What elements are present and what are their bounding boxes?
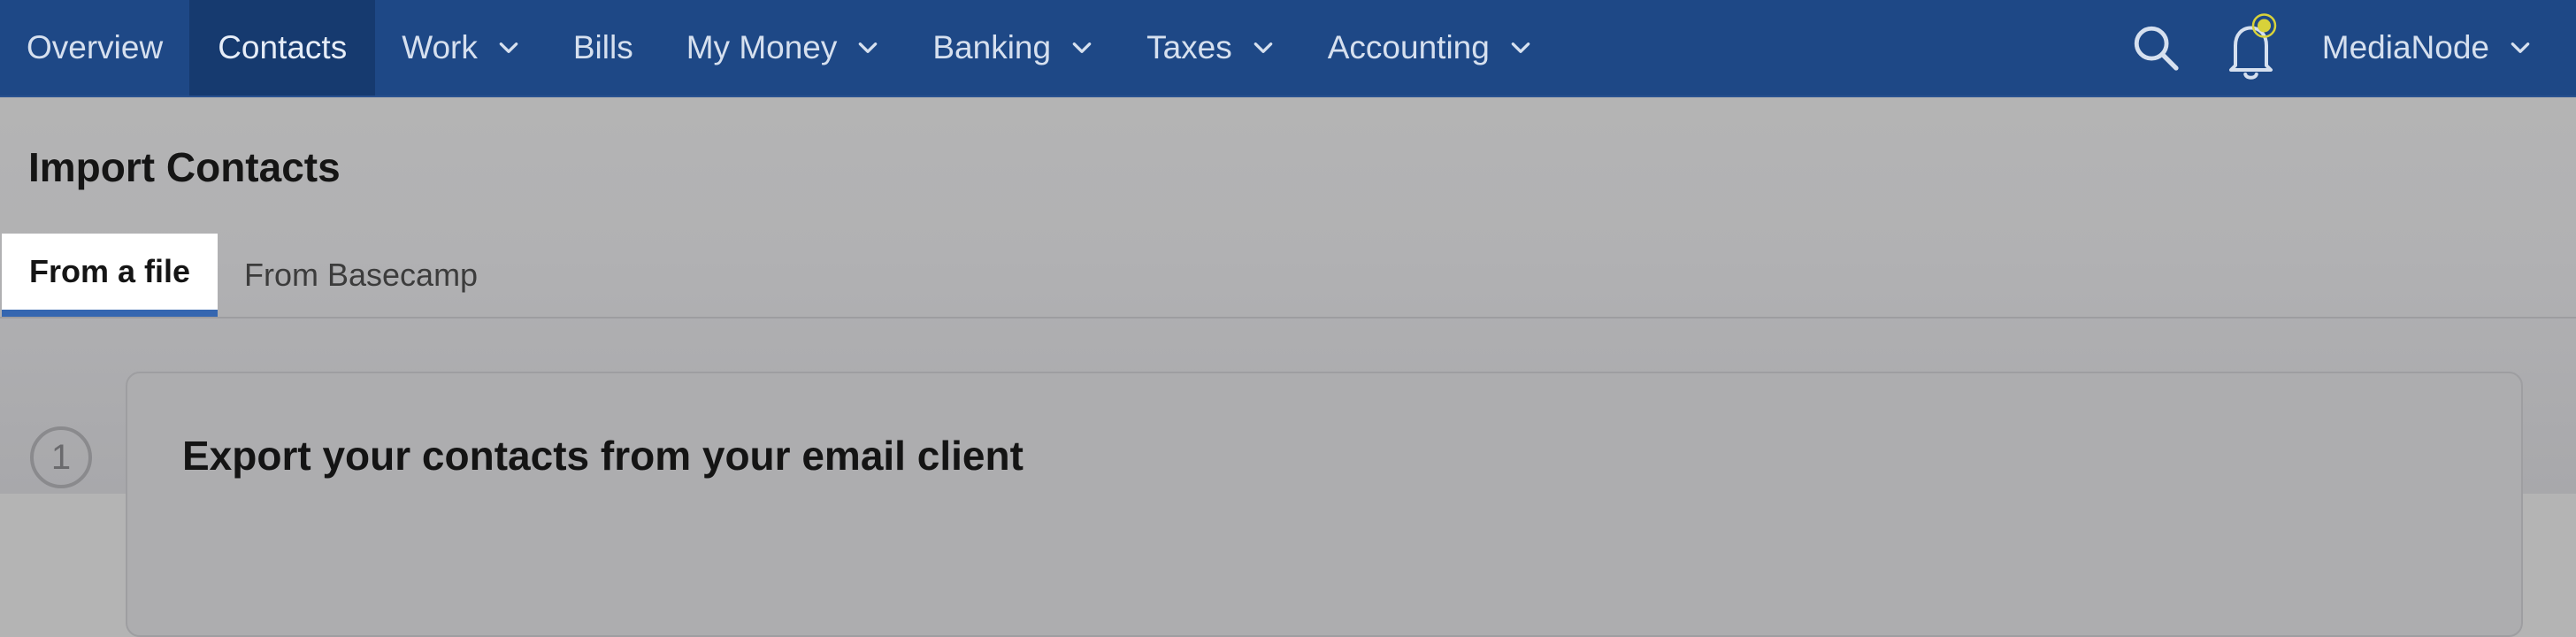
nav-taxes[interactable]: Taxes xyxy=(1120,0,1301,96)
nav-my-money[interactable]: My Money xyxy=(660,0,907,96)
tab-from-a-file-label: From a file xyxy=(28,253,191,289)
import-tabs: From a file From Basecamp xyxy=(0,234,2576,318)
page-title: Import Contacts xyxy=(28,144,341,190)
top-navigation: Overview Contacts Work Bills My Money Ba… xyxy=(0,0,2576,97)
nav-accounting[interactable]: Accounting xyxy=(1301,0,1559,96)
nav-taxes-label: Taxes xyxy=(1146,29,1232,65)
nav-contacts[interactable]: Contacts xyxy=(189,0,376,96)
account-menu[interactable]: MediaNode xyxy=(2288,0,2576,96)
bell-icon xyxy=(2228,13,2277,80)
nav-work-label: Work xyxy=(402,29,478,65)
nav-bills-label: Bills xyxy=(572,29,633,65)
tab-from-a-file[interactable]: From a file xyxy=(2,234,218,317)
notifications-button[interactable] xyxy=(2218,0,2288,96)
step-card: Export your contacts from your email cli… xyxy=(126,372,2523,637)
account-name: MediaNode xyxy=(2321,29,2489,65)
nav-contacts-label: Contacts xyxy=(218,29,348,65)
tab-from-basecamp-label: From Basecamp xyxy=(244,257,479,293)
page-content: Import Contacts From a file From Basecam… xyxy=(0,97,2576,637)
chevron-down-icon xyxy=(1254,42,1273,53)
search-button[interactable] xyxy=(2120,0,2191,96)
nav-bills[interactable]: Bills xyxy=(547,0,660,96)
nav-banking[interactable]: Banking xyxy=(906,0,1120,96)
chevron-down-icon xyxy=(1511,42,1530,53)
chevron-down-icon xyxy=(1072,42,1092,53)
nav-right-tools: MediaNode xyxy=(2120,0,2576,96)
nav-my-money-label: My Money xyxy=(686,29,838,65)
nav-accounting-label: Accounting xyxy=(1327,29,1490,65)
nav-overview-label: Overview xyxy=(27,29,164,65)
step-number-badge: 1 xyxy=(30,426,92,488)
step-number: 1 xyxy=(50,437,72,477)
chevron-down-icon xyxy=(499,42,518,53)
nav-overview[interactable]: Overview xyxy=(0,0,189,96)
nav-work[interactable]: Work xyxy=(375,0,547,96)
search-icon xyxy=(2134,26,2179,71)
step-title: Export your contacts from your email cli… xyxy=(182,433,1024,479)
nav-banking-label: Banking xyxy=(932,29,1052,65)
chevron-down-icon xyxy=(859,42,878,53)
chevron-down-icon xyxy=(2511,42,2530,53)
tab-from-basecamp[interactable]: From Basecamp xyxy=(244,234,478,317)
